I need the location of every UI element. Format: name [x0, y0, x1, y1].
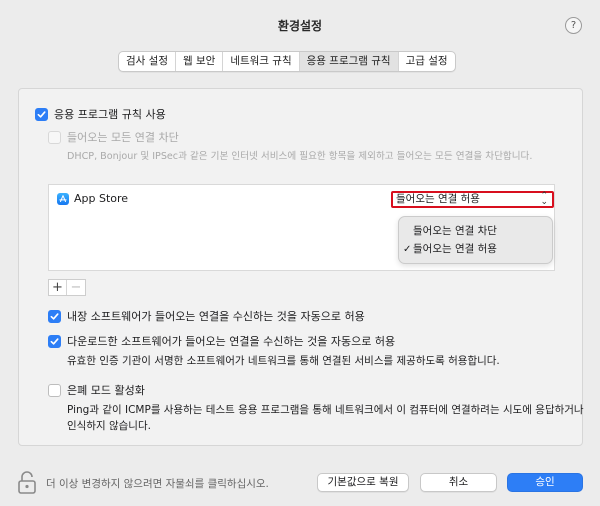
- block-incoming-row: 들어오는 모든 연결 차단: [48, 129, 179, 145]
- cancel-button[interactable]: 취소: [420, 473, 497, 492]
- stealth-mode-checkbox[interactable]: [48, 383, 61, 397]
- checkmark-icon: ✓: [403, 244, 412, 255]
- list-item[interactable]: App Store: [57, 192, 128, 205]
- lock-icon[interactable]: [17, 469, 37, 495]
- downloaded-software-row[interactable]: 다운로드한 소프트웨어가 들어오는 연결을 수신하는 것을 자동으로 허용: [48, 333, 395, 349]
- menu-item-label: 들어오는 연결 차단: [413, 225, 497, 237]
- connection-rule-menu: 들어오는 연결 차단 ✓ 들어오는 연결 허용: [398, 216, 553, 264]
- connection-rule-value: 들어오는 연결 허용: [396, 193, 480, 205]
- chevron-updown-icon: ⌃ ⌄: [540, 191, 548, 207]
- block-incoming-description: DHCP, Bonjour 및 IPSec과 같은 기본 인터넷 서비스에 필요…: [67, 151, 533, 162]
- add-app-button[interactable]: +: [49, 280, 67, 295]
- ok-button[interactable]: 승인: [507, 473, 583, 492]
- stealth-mode-description-line1: Ping과 같이 ICMP를 사용하는 테스트 응용 프로그램을 통해 네트워크…: [67, 404, 584, 416]
- app-store-icon: [57, 192, 69, 205]
- preferences-window: 환경설정 ? 검사 설정 웹 보안 네트워크 규칙 응용 프로그램 규칙 고급 …: [0, 0, 600, 506]
- block-incoming-label: 들어오는 모든 연결 차단: [67, 131, 179, 144]
- tab-web-security[interactable]: 웹 보안: [176, 52, 224, 71]
- builtin-software-row[interactable]: 내장 소프트웨어가 들어오는 연결을 수신하는 것을 자동으로 허용: [48, 308, 365, 324]
- downloaded-software-checkbox[interactable]: [48, 334, 61, 348]
- tab-bar: 검사 설정 웹 보안 네트워크 규칙 응용 프로그램 규칙 고급 설정: [118, 51, 456, 72]
- stealth-mode-row[interactable]: 은폐 모드 활성화: [48, 382, 145, 398]
- restore-defaults-button[interactable]: 기본값으로 복원: [317, 473, 409, 492]
- application-list: App Store 들어오는 연결 허용 ⌃ ⌄ 들어오는 연결 차단 ✓ 들어오…: [48, 184, 555, 271]
- enable-app-rules-label: 응용 프로그램 규칙 사용: [54, 108, 166, 121]
- builtin-software-label: 내장 소프트웨어가 들어오는 연결을 수신하는 것을 자동으로 허용: [67, 310, 365, 323]
- tab-network-rules[interactable]: 네트워크 규칙: [223, 52, 300, 71]
- downloaded-software-label: 다운로드한 소프트웨어가 들어오는 연결을 수신하는 것을 자동으로 허용: [67, 335, 396, 348]
- application-rules-panel: 응용 프로그램 규칙 사용 들어오는 모든 연결 차단 DHCP, Bonjou…: [18, 88, 584, 446]
- downloaded-software-description: 유효한 인증 기관이 서명한 소프트웨어가 네트워크를 통해 연결된 서비스를 …: [67, 355, 500, 367]
- menu-item-allow-incoming[interactable]: ✓ 들어오는 연결 허용: [399, 241, 554, 258]
- enable-app-rules-row[interactable]: 응용 프로그램 규칙 사용: [35, 106, 166, 122]
- enable-app-rules-checkbox[interactable]: [35, 107, 48, 121]
- stealth-mode-description-line2: 인식하지 않습니다.: [67, 420, 151, 432]
- checkmark-icon: [50, 312, 59, 320]
- block-incoming-checkbox: [48, 130, 61, 144]
- bottom-bar: 더 이상 변경하지 않으려면 자물쇠를 클릭하십시오. 기본값으로 복원 취소 …: [0, 462, 600, 506]
- window-title: 환경설정: [277, 19, 323, 33]
- add-remove-control: + −: [48, 279, 86, 296]
- title-bar: 환경설정 ?: [0, 0, 600, 44]
- tab-application-rules[interactable]: 응용 프로그램 규칙: [299, 52, 399, 71]
- tab-advanced-settings[interactable]: 고급 설정: [399, 52, 455, 71]
- menu-item-label: 들어오는 연결 허용: [413, 243, 497, 255]
- stealth-mode-label: 은폐 모드 활성화: [67, 384, 145, 397]
- tab-scan-settings[interactable]: 검사 설정: [119, 52, 176, 71]
- remove-app-button[interactable]: −: [67, 280, 85, 295]
- lock-hint-text: 더 이상 변경하지 않으려면 자물쇠를 클릭하십시오.: [46, 478, 269, 490]
- connection-rule-select[interactable]: 들어오는 연결 허용 ⌃ ⌄: [391, 191, 554, 208]
- app-name: App Store: [74, 192, 129, 205]
- checkmark-icon: [50, 337, 59, 345]
- help-button[interactable]: ?: [565, 17, 582, 34]
- checkmark-icon: [37, 110, 46, 118]
- builtin-software-checkbox[interactable]: [48, 309, 61, 323]
- menu-item-block-incoming[interactable]: 들어오는 연결 차단: [399, 223, 554, 240]
